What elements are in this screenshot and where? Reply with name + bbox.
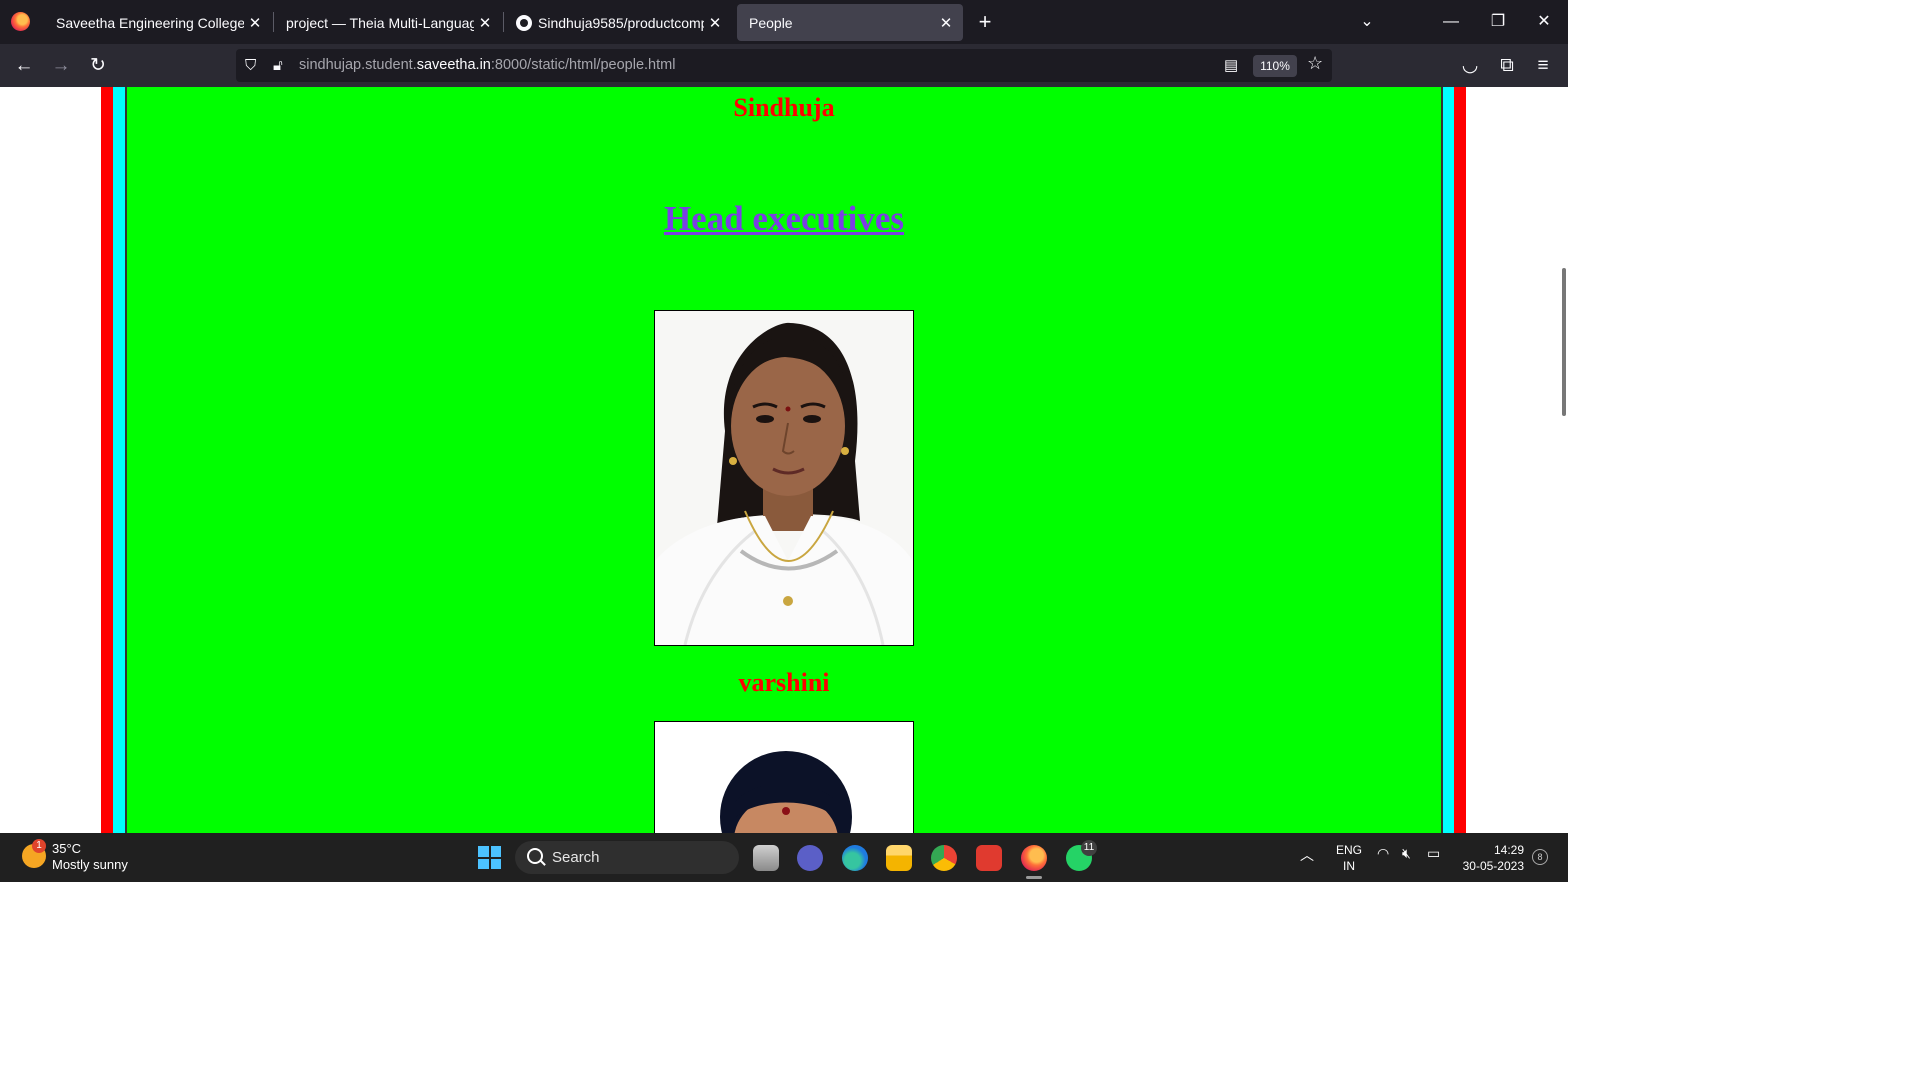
tab-people[interactable]: People ✕ — [737, 4, 963, 41]
weather-badge: 1 — [32, 839, 46, 853]
edge-browser-icon[interactable] — [842, 845, 868, 871]
weather-temperature[interactable]: 35°C — [52, 841, 81, 856]
person-photo — [654, 310, 914, 646]
address-bar[interactable]: ⛉ 🔓︎ sindhujap.student.saveetha.in:8000/… — [236, 49, 1332, 82]
restore-icon[interactable]: ❐ — [1484, 10, 1512, 34]
back-arrow-icon[interactable]: ← — [12, 54, 36, 78]
close-icon[interactable]: ✕ — [474, 14, 496, 32]
reader-view-icon[interactable]: ▤ — [1224, 57, 1238, 74]
battery-icon[interactable]: ▭ — [1427, 845, 1440, 862]
close-icon[interactable]: ✕ — [935, 14, 957, 32]
notification-count[interactable]: 8 — [1532, 849, 1548, 865]
person-photo — [654, 721, 914, 833]
nav-toolbar: ← → ↻ ⛉ 🔓︎ sindhujap.student.saveetha.in… — [0, 44, 1568, 87]
page-scrollbar-thumb[interactable] — [1562, 268, 1566, 416]
teams-chat-icon[interactable] — [797, 845, 823, 871]
taskbar: 1 35°C Mostly sunny Search 11 ︿ ENG IN ◠… — [0, 833, 1568, 882]
new-tab-icon[interactable]: + — [973, 10, 997, 34]
insecure-lock-icon[interactable]: 🔓︎ — [273, 57, 283, 74]
close-icon[interactable]: ✕ — [704, 14, 726, 32]
head-executives-link[interactable]: Head executives — [127, 199, 1441, 239]
search-icon — [527, 848, 543, 864]
url-prefix: sindhujap.student. — [299, 57, 417, 73]
list-all-tabs-icon[interactable]: ⌄ — [1353, 10, 1381, 34]
url-text[interactable]: sindhujap.student.saveetha.in:8000/stati… — [299, 57, 675, 73]
language-code: ENG — [1336, 843, 1363, 857]
taskbar-search-box[interactable]: Search — [515, 841, 739, 874]
right-inner-border — [1443, 87, 1454, 833]
tab-label: Saveetha Engineering College — [56, 14, 244, 31]
zoom-level[interactable]: 110% — [1253, 55, 1297, 77]
tracking-shield-icon[interactable]: ⛉ — [245, 57, 256, 74]
firefox-taskbar-icon[interactable] — [1021, 845, 1047, 871]
person-name-heading: varshini — [738, 668, 830, 697]
tab-label: Sindhuja9585/productcompany — [538, 14, 704, 31]
task-view-icon[interactable] — [753, 845, 779, 871]
input-language[interactable]: ENG IN — [1336, 842, 1362, 874]
close-icon[interactable]: ✕ — [244, 14, 266, 32]
whatsapp-badge: 11 — [1081, 840, 1097, 856]
tab-strip: Saveetha Engineering College ✕ project —… — [0, 0, 1568, 44]
reload-icon[interactable]: ↻ — [86, 54, 110, 78]
page-viewport: Sindhuja Head executives varshini — [0, 87, 1568, 833]
tab-theia-project[interactable]: project — Theia Multi-Language Ex ✕ — [274, 4, 502, 41]
tab-github-repo[interactable]: Sindhuja9585/productcompany ✕ — [504, 4, 732, 41]
page-content: Sindhuja Head executives varshini — [127, 87, 1441, 833]
windows-start-icon[interactable] — [478, 846, 501, 869]
minimize-icon[interactable]: — — [1437, 10, 1465, 34]
wps-office-icon[interactable] — [976, 845, 1002, 871]
forward-arrow-icon[interactable]: → — [49, 54, 73, 78]
left-outer-border — [101, 87, 113, 833]
bookmark-star-icon[interactable]: ☆ — [1307, 54, 1323, 72]
system-clock[interactable]: 14:29 30-05-2023 — [1458, 842, 1524, 874]
clock-date: 30-05-2023 — [1462, 859, 1524, 873]
tab-saveetha[interactable]: Saveetha Engineering College ✕ — [44, 4, 272, 41]
github-icon — [516, 14, 532, 31]
pocket-icon[interactable]: ◡ — [1458, 54, 1482, 78]
hamburger-menu-icon[interactable]: ≡ — [1531, 54, 1555, 78]
person-name-heading: Sindhuja — [733, 93, 835, 122]
url-host: saveetha.in — [416, 57, 491, 73]
right-outer-border — [1454, 87, 1466, 833]
file-explorer-icon[interactable] — [886, 845, 912, 871]
tab-label: project — Theia Multi-Language Ex — [286, 14, 474, 31]
search-label: Search — [552, 849, 600, 866]
speaker-muted-icon[interactable]: 🔇︎ — [1402, 845, 1411, 862]
close-window-icon[interactable]: ✕ — [1530, 10, 1558, 34]
url-suffix: :8000/static/html/people.html — [490, 57, 676, 73]
show-hidden-icons-chevron-icon[interactable]: ︿ — [1300, 845, 1314, 865]
wifi-icon[interactable]: ◠ — [1377, 845, 1389, 862]
chrome-icon[interactable] — [931, 845, 957, 871]
active-app-indicator — [1026, 876, 1042, 879]
clock-time: 14:29 — [1493, 843, 1524, 857]
left-inner-border — [113, 87, 125, 833]
firefox-menu-icon[interactable] — [11, 12, 30, 31]
region-code: IN — [1343, 859, 1355, 873]
weather-description[interactable]: Mostly sunny — [52, 857, 128, 872]
tab-label: People — [749, 14, 793, 31]
extensions-icon[interactable]: ⧉ — [1495, 54, 1519, 78]
